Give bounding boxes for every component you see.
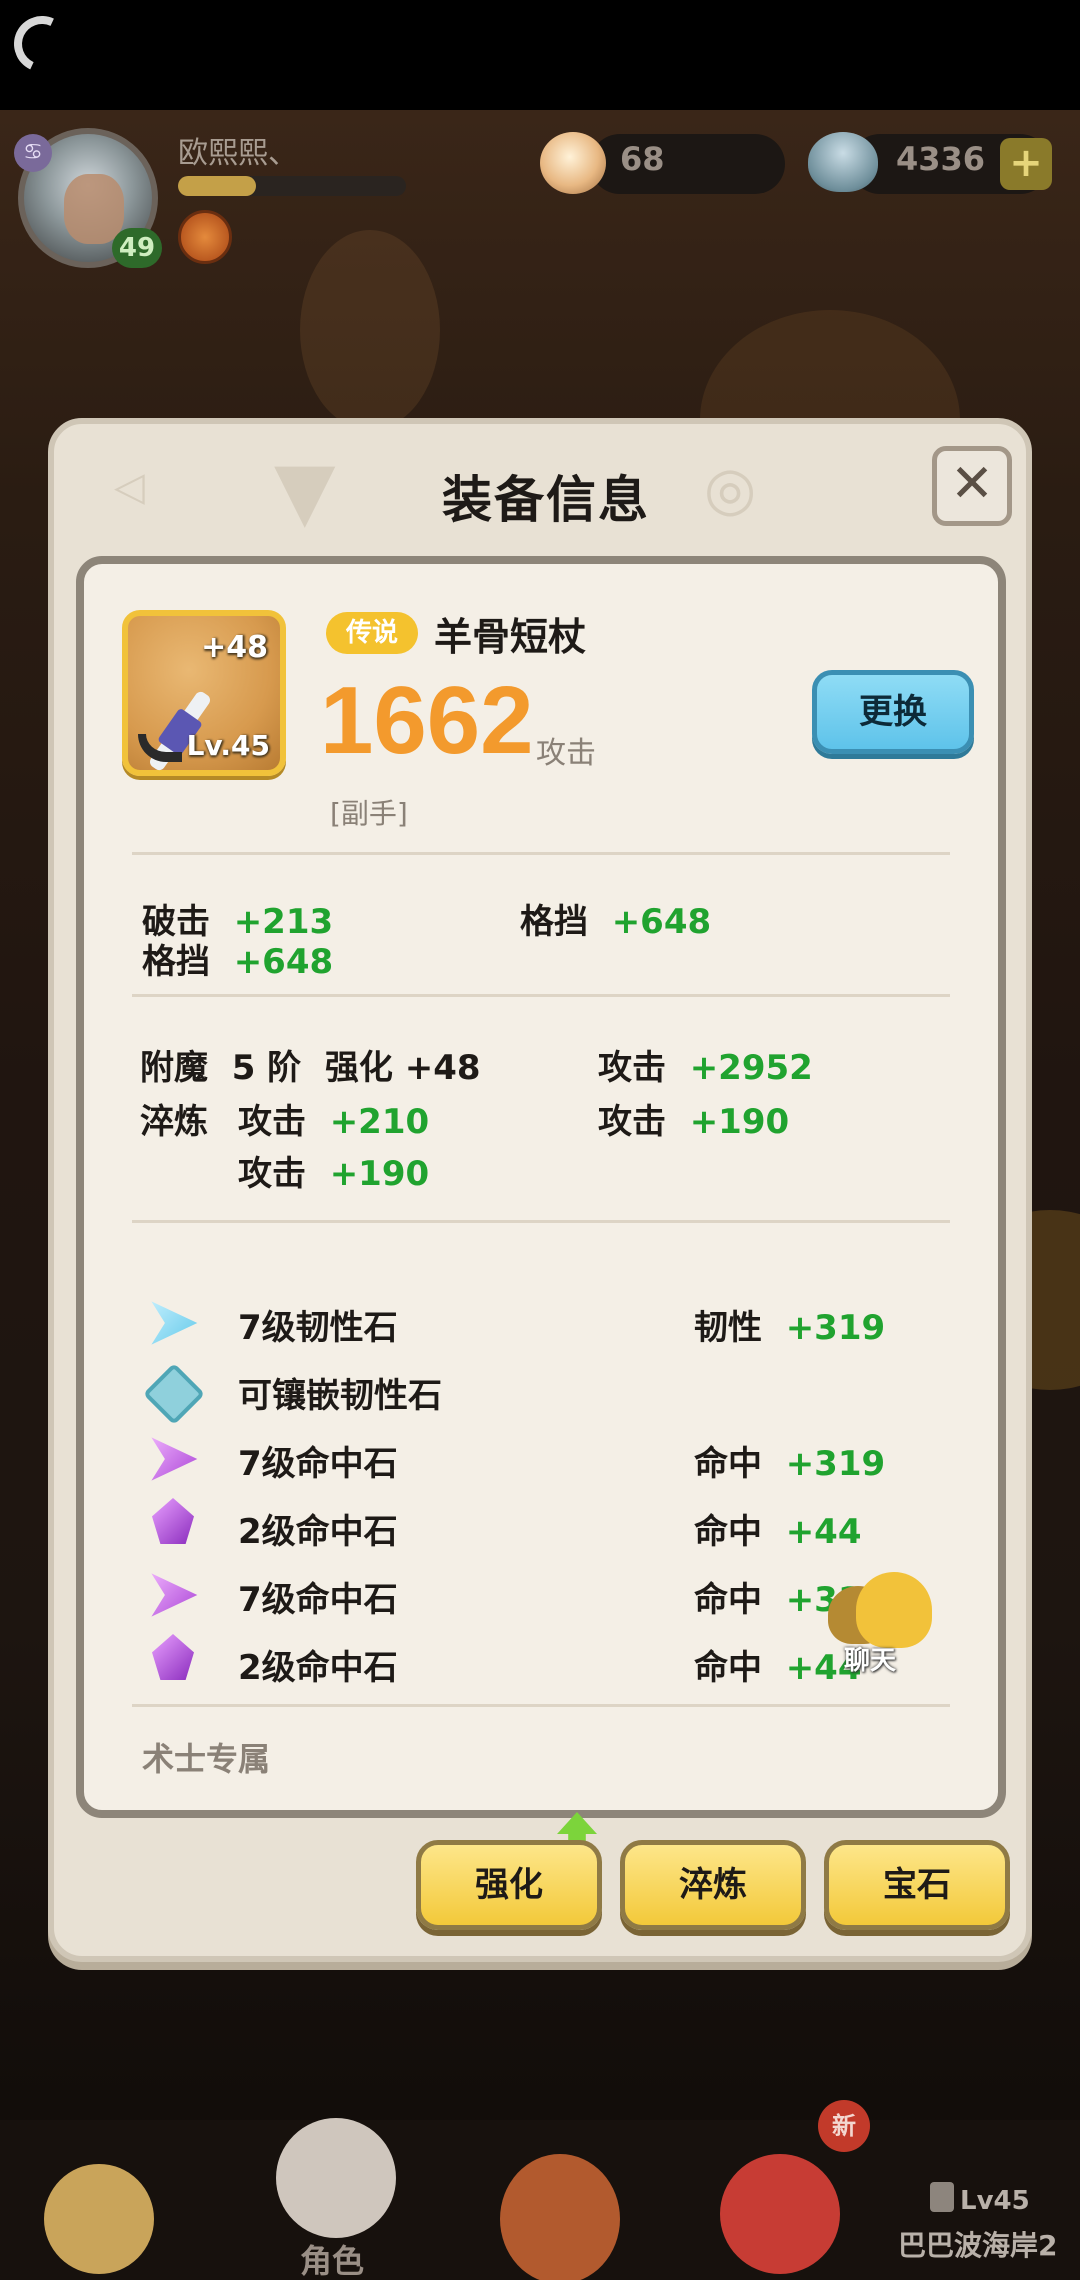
- toughness-gem-icon: [151, 1301, 198, 1345]
- accuracy-gem-small-icon: [152, 1634, 194, 1680]
- empty-socket-icon[interactable]: [142, 1362, 206, 1426]
- close-icon: ✕: [950, 454, 994, 514]
- accuracy-gem-small-icon: [152, 1498, 194, 1544]
- enchant-stat: 攻击 +2952: [598, 1048, 813, 1088]
- shell-count: 4336: [896, 140, 986, 178]
- xp-bar: [178, 176, 406, 196]
- enhance-level: +48: [201, 630, 268, 665]
- gem-name: 7级命中石: [238, 1580, 398, 1620]
- class-restriction-note: 术士专属: [142, 1740, 271, 1778]
- enchant-row: 附魔 5 阶 强化 +48: [140, 1048, 481, 1088]
- gem-stat: 命中 +44: [694, 1512, 862, 1552]
- equipment-detail-panel: +48 Lv.45 传说 羊骨短杖 1662 攻击 [副手] 更换 破击 +21…: [76, 556, 1006, 1818]
- divider: [132, 852, 950, 855]
- slot-label: [副手]: [330, 797, 408, 830]
- swap-button[interactable]: 更换: [812, 670, 974, 754]
- gem-name: 7级命中石: [238, 1444, 398, 1484]
- gem-stat: 命中 +319: [694, 1444, 886, 1484]
- status-bar: [0, 0, 1080, 110]
- divider: [132, 1220, 950, 1223]
- equipment-icon[interactable]: +48 Lv.45: [122, 610, 286, 776]
- vip-emblem-icon[interactable]: [178, 210, 232, 264]
- rarity-badge: 传说: [326, 612, 418, 654]
- close-button[interactable]: ✕: [932, 446, 1012, 526]
- gem-button[interactable]: 宝石: [824, 1840, 1010, 1930]
- accuracy-gem-icon: [151, 1437, 198, 1481]
- loading-spinner-icon: [6, 8, 78, 80]
- add-currency-button[interactable]: +: [1000, 138, 1052, 190]
- equipment-info-dialog: ◁ ▼ ◎ 装备信息 ✕ +48 Lv.45 传说 羊骨短杖 1662 攻击 […: [48, 418, 1032, 1962]
- new-badge: 新: [818, 2100, 870, 2152]
- dialog-title: 装备信息: [442, 471, 650, 529]
- event-creature-icon: [720, 2154, 840, 2274]
- staff-hook: [138, 734, 182, 762]
- pearl-icon: [540, 132, 606, 194]
- pearl-count: 68: [620, 140, 665, 178]
- role-character-icon: [276, 2118, 396, 2238]
- gem-name: 7级韧性石: [238, 1308, 398, 1348]
- chat-button[interactable]: 聊天: [828, 1572, 948, 1682]
- base-stat-row: 格挡 +648: [142, 942, 334, 982]
- lock-icon: [930, 2182, 954, 2212]
- shell-currency-icon: [808, 132, 878, 192]
- power-value: 1662: [320, 667, 534, 774]
- gem-stat: 韧性 +319: [694, 1308, 886, 1348]
- nav-label-role: 角色: [300, 2242, 365, 2280]
- refine-button[interactable]: 淬炼: [620, 1840, 806, 1930]
- item-level: Lv.45: [186, 729, 270, 762]
- upgrade-button[interactable]: 强化: [416, 1840, 602, 1930]
- pet-character-icon: [44, 2164, 154, 2274]
- nav-tab-events[interactable]: [700, 2124, 896, 2280]
- refine-label: 淬炼: [140, 1102, 208, 1142]
- xp-bar-fill: [178, 176, 256, 196]
- chat-smiley-icon: [856, 1572, 932, 1648]
- gem-name: 可镶嵌韧性石: [238, 1376, 442, 1416]
- item-name: 羊骨短杖: [434, 615, 587, 659]
- accuracy-gem-icon: [151, 1573, 198, 1617]
- refine-stat: 攻击 +190: [238, 1154, 430, 1194]
- zodiac-badge-icon: ♋: [14, 134, 52, 172]
- player-name: 欧熙熙、: [178, 136, 298, 171]
- divider: [132, 994, 950, 997]
- refine-stat: 攻击 +190: [598, 1102, 790, 1142]
- gem-name: 2级命中石: [238, 1648, 398, 1688]
- chat-label: 聊天: [844, 1646, 897, 1676]
- locked-area-level: Lv45: [960, 2186, 1030, 2216]
- power-label: 攻击: [536, 736, 596, 771]
- refine-stat: 攻击 +210: [238, 1102, 430, 1142]
- tribe-mask-icon: [500, 2154, 620, 2280]
- nav-tab-pets[interactable]: [0, 2124, 196, 2280]
- base-stat-row: 格挡 +648: [520, 902, 712, 942]
- locked-area-name: 巴巴波海岸2: [898, 2229, 1058, 2262]
- player-level-badge: 49: [112, 228, 162, 268]
- avatar-face: [64, 174, 124, 244]
- divider: [132, 1704, 950, 1707]
- gem-name: 2级命中石: [238, 1512, 398, 1552]
- nav-tab-tribe[interactable]: [480, 2124, 676, 2280]
